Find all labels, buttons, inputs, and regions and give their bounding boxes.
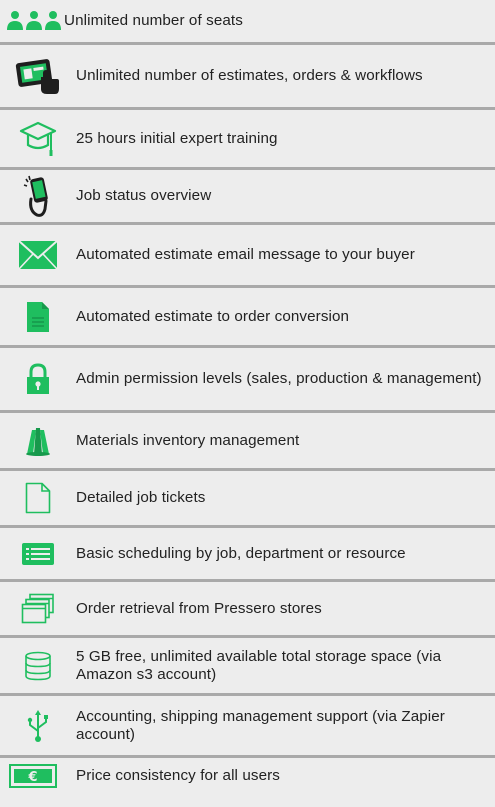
euro-banknote-icon: € [0, 758, 76, 788]
feature-label: Admin permission levels (sales, producti… [76, 370, 482, 387]
people-group-icon [0, 10, 64, 32]
feature-label: Automated estimate email message to your… [76, 246, 415, 263]
feature-row: Automated estimate email message to your… [0, 225, 495, 288]
feature-row: Accounting, shipping management support … [0, 696, 495, 758]
feature-label: Price consistency for all users [76, 767, 280, 784]
envelope-icon [0, 240, 76, 270]
feature-row: Basic scheduling by job, department or r… [0, 528, 495, 582]
blank-page-icon [0, 482, 76, 514]
feature-label: Order retrieval from Pressero stores [76, 599, 322, 617]
feature-label: Automated estimate to order conversion [76, 307, 350, 325]
feature-row: Order retrieval from Pressero stores [0, 582, 495, 638]
stacked-windows-icon [0, 593, 76, 625]
feature-label: Accounting, shipping management support … [76, 707, 445, 743]
feature-label: 25 hours initial expert training [76, 129, 278, 147]
feature-label: Materials inventory management [76, 431, 300, 449]
feature-label: Basic scheduling by job, department or r… [76, 544, 406, 562]
feature-row: Job status overview [0, 170, 495, 225]
list-board-icon [0, 542, 76, 566]
feature-label: 5 GB free, unlimited available total sto… [76, 647, 442, 683]
feature-row: Unlimited number of estimates, orders & … [0, 45, 495, 110]
feature-row: 25 hours initial expert training [0, 110, 495, 170]
graduation-cap-icon [0, 119, 76, 159]
document-icon [0, 301, 76, 333]
feature-row: € Price consistency for all users [0, 758, 495, 807]
feature-row: Materials inventory management [0, 413, 495, 471]
feature-row: Detailed job tickets [0, 471, 495, 528]
feature-label: Job status overview [76, 187, 212, 204]
tablet-touch-icon [0, 57, 76, 95]
usb-icon [0, 709, 76, 743]
phone-hand-icon [0, 173, 76, 219]
fabric-rolls-icon [0, 426, 76, 456]
database-icon [0, 651, 76, 681]
feature-row: Admin permission levels (sales, producti… [0, 348, 495, 413]
feature-label: Unlimited number of estimates, orders & … [76, 67, 423, 84]
feature-row: Unlimited number of seats [0, 0, 495, 45]
padlock-icon [0, 363, 76, 395]
feature-label: Unlimited number of seats [64, 12, 243, 29]
feature-list: Unlimited number of seats Unlimited numb… [0, 0, 495, 807]
svg-text:€: € [27, 770, 37, 785]
feature-label: Detailed job tickets [76, 489, 206, 506]
feature-row: Automated estimate to order conversion [0, 288, 495, 348]
feature-row: 5 GB free, unlimited available total sto… [0, 638, 495, 696]
